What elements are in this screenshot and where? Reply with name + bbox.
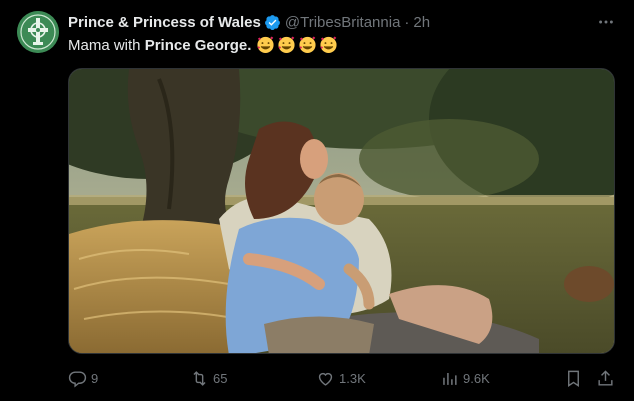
share-button[interactable] bbox=[596, 366, 619, 390]
tweet-actions: 9 65 1.3K 9.6K bbox=[68, 366, 618, 390]
separator-dot: · bbox=[404, 13, 410, 31]
display-name[interactable]: Prince & Princess of Wales bbox=[68, 14, 261, 31]
views-bar-chart-icon bbox=[443, 372, 457, 385]
user-handle[interactable]: @TribesBritannia bbox=[285, 14, 401, 31]
views-count: 9.6K bbox=[463, 370, 490, 386]
repost-icon bbox=[193, 370, 206, 386]
smiling-face-with-hearts-icon bbox=[256, 35, 275, 54]
heart-icon bbox=[318, 372, 333, 386]
bookmark-button[interactable] bbox=[564, 366, 587, 390]
more-dots-icon bbox=[599, 20, 613, 24]
timestamp[interactable]: 2h bbox=[413, 14, 430, 31]
tweet-header: Prince & Princess of Wales @TribesBritan… bbox=[68, 11, 430, 33]
like-button[interactable]: 1.3K bbox=[316, 366, 366, 390]
reply-icon bbox=[68, 370, 87, 387]
more-options-button[interactable] bbox=[596, 12, 616, 32]
smiling-face-with-hearts-icon bbox=[319, 35, 338, 54]
smiling-face-with-hearts-icon bbox=[298, 35, 317, 54]
like-count: 1.3K bbox=[339, 370, 366, 386]
repost-count: 65 bbox=[213, 370, 228, 386]
reply-count: 9 bbox=[91, 370, 99, 386]
tweet-text-bold: Prince George. bbox=[144, 37, 252, 54]
tweet-card[interactable]: Prince & Princess of Wales @TribesBritan… bbox=[0, 0, 634, 401]
tweet-photo[interactable] bbox=[68, 68, 615, 354]
celtic-cross-logo-icon bbox=[17, 11, 59, 53]
tweet-text-prefix: Mama with bbox=[68, 37, 145, 54]
verified-badge-icon bbox=[264, 14, 281, 31]
share-icon bbox=[598, 369, 613, 386]
views-button[interactable]: 9.6K bbox=[440, 366, 490, 390]
photo-mother-and-son-hugging-on-hay-bale-icon bbox=[69, 69, 614, 353]
repost-button[interactable]: 65 bbox=[190, 366, 227, 390]
tweet-text: Mama with Prince George. bbox=[68, 35, 340, 56]
reply-button[interactable]: 9 bbox=[68, 366, 98, 390]
avatar[interactable] bbox=[17, 11, 59, 53]
bookmark-icon bbox=[568, 370, 579, 387]
smiling-face-with-hearts-icon bbox=[277, 35, 296, 54]
